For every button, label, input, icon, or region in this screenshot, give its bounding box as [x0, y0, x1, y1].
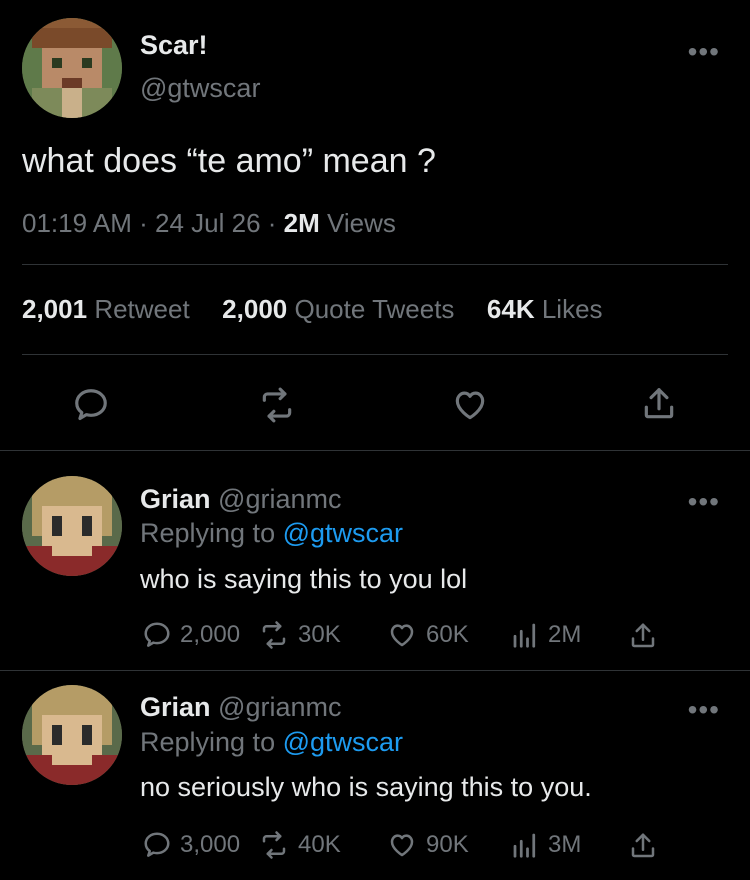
- divider: [0, 670, 750, 671]
- replying-to-handle[interactable]: @gtwscar: [283, 518, 403, 548]
- author-name[interactable]: Scar!: [140, 30, 208, 61]
- retweet-icon: [258, 830, 290, 860]
- reply-count: 2,000: [180, 621, 241, 648]
- reply-author-name[interactable]: Grian: [140, 692, 211, 722]
- tweet-time[interactable]: 01:19 AM: [22, 208, 132, 238]
- views-count: 3M: [548, 831, 582, 858]
- reply-author-handle[interactable]: @grianmc: [218, 484, 341, 514]
- divider: [22, 354, 728, 355]
- reply-author-avatar[interactable]: [22, 476, 122, 576]
- author-handle[interactable]: @gtwscar: [140, 73, 260, 104]
- retweet-count: 30K: [298, 621, 341, 648]
- like-count: 90K: [426, 831, 469, 858]
- like-button[interactable]: 90K: [386, 830, 469, 860]
- likes-count[interactable]: 64K: [487, 294, 535, 324]
- reply-count: 3,000: [180, 831, 241, 858]
- reply-text: no seriously who is saying this to you.: [140, 772, 592, 802]
- divider: [22, 264, 728, 265]
- reply-text: who is saying this to you lol: [140, 564, 468, 594]
- author-avatar[interactable]: [22, 18, 122, 118]
- reply-icon: [142, 830, 172, 860]
- retweet-icon: [258, 620, 290, 650]
- meta-separator: ·: [267, 208, 277, 238]
- replying-to-label: Replying to: [140, 518, 276, 548]
- reply-author-name[interactable]: Grian: [140, 484, 211, 514]
- share-icon[interactable]: [628, 830, 658, 862]
- reply-icon: [142, 620, 172, 650]
- share-icon[interactable]: [628, 620, 658, 652]
- tweet-text: what does “te amo” mean ?: [22, 142, 436, 180]
- reply-author-avatar[interactable]: [22, 685, 122, 785]
- more-options-icon[interactable]: •••: [688, 38, 720, 66]
- retweet-button[interactable]: 40K: [258, 830, 341, 860]
- reply-count-button[interactable]: 3,000: [142, 830, 240, 860]
- tweet-meta: 01:19 AM · 24 Jul 26 · 2M Views: [22, 208, 396, 239]
- replying-to: Replying to @gtwscar: [140, 518, 403, 549]
- views-icon: [510, 620, 540, 650]
- more-options-icon[interactable]: •••: [688, 696, 720, 724]
- views-count: 2M: [548, 621, 582, 648]
- divider: [0, 450, 750, 451]
- reply-count-button[interactable]: 2,000: [142, 620, 240, 650]
- replying-to-label: Replying to: [140, 727, 276, 757]
- views-count[interactable]: 2M: [284, 208, 320, 238]
- meta-separator: ·: [139, 208, 148, 238]
- tweet-date[interactable]: 24 Jul 26: [155, 208, 261, 238]
- views-label: Views: [327, 208, 396, 238]
- reply-header: Grian @grianmc: [140, 484, 342, 515]
- more-options-icon[interactable]: •••: [688, 488, 720, 516]
- likes-label[interactable]: Likes: [542, 294, 603, 324]
- heart-icon[interactable]: [450, 386, 490, 424]
- retweet-button[interactable]: 30K: [258, 620, 341, 650]
- reply-header: Grian @grianmc: [140, 692, 342, 723]
- replying-to-handle[interactable]: @gtwscar: [283, 727, 403, 757]
- retweet-icon[interactable]: [257, 386, 297, 424]
- quotes-label[interactable]: Quote Tweets: [294, 294, 454, 324]
- retweets-label[interactable]: Retweet: [94, 294, 189, 324]
- views-icon: [510, 830, 540, 860]
- like-count: 60K: [426, 621, 469, 648]
- retweet-count: 40K: [298, 831, 341, 858]
- views-button[interactable]: 2M: [510, 620, 581, 650]
- reply-author-handle[interactable]: @grianmc: [218, 692, 341, 722]
- share-icon[interactable]: [640, 384, 678, 424]
- replying-to: Replying to @gtwscar: [140, 727, 403, 758]
- like-button[interactable]: 60K: [386, 620, 469, 650]
- retweets-count[interactable]: 2,001: [22, 294, 87, 324]
- views-button[interactable]: 3M: [510, 830, 581, 860]
- heart-icon: [386, 830, 418, 860]
- reply-icon[interactable]: [72, 386, 110, 424]
- quotes-count[interactable]: 2,000: [222, 294, 287, 324]
- heart-icon: [386, 620, 418, 650]
- engagement-stats: 2,001 Retweet 2,000 Quote Tweets 64K Lik…: [22, 294, 603, 325]
